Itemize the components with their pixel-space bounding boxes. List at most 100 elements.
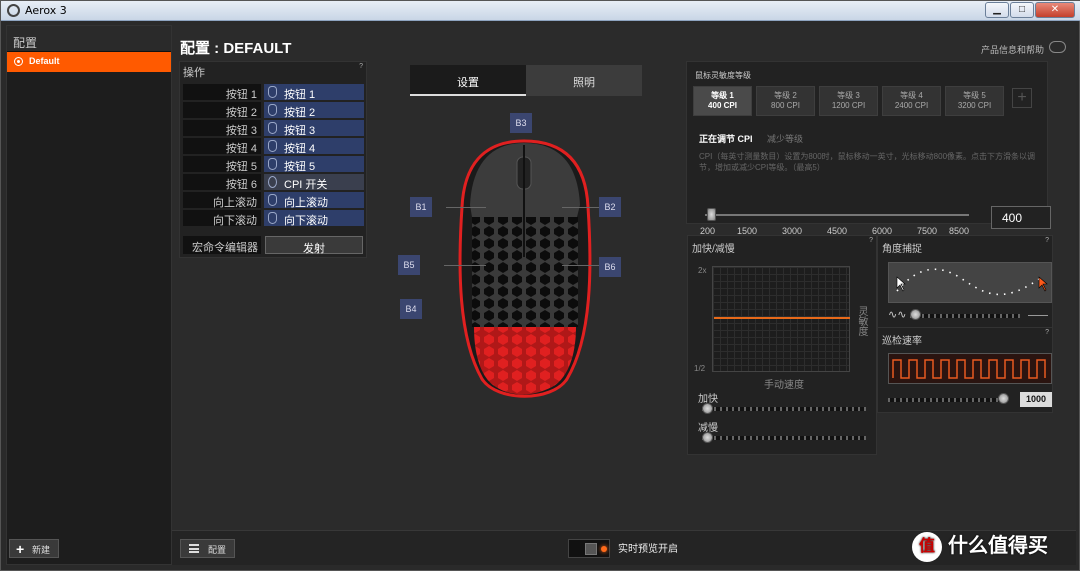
op-value[interactable]: 按钮 1 bbox=[264, 84, 364, 101]
level-cpi: 2400 CPI bbox=[894, 101, 929, 110]
op-value[interactable]: 按钮 3 bbox=[264, 120, 364, 137]
cpi-level-1[interactable]: 等级 1 400 CPI bbox=[693, 86, 752, 116]
op-row-button-6[interactable]: 按钮 6 CPI 开关 bbox=[183, 174, 364, 191]
config-button[interactable]: 配置 bbox=[180, 539, 235, 558]
op-label: 按钮 6 bbox=[183, 174, 261, 191]
window-title: Aerox 3 bbox=[25, 4, 67, 17]
maximize-button[interactable]: □ bbox=[1010, 2, 1034, 18]
settings-tabs: 设置 照明 bbox=[410, 65, 642, 96]
op-label: 按钮 2 bbox=[183, 102, 261, 119]
angle-slider-handle[interactable] bbox=[910, 309, 921, 320]
graph-x-label: 手动速度 bbox=[764, 380, 804, 391]
decel-slider-track[interactable] bbox=[702, 436, 866, 440]
button-marker-b4[interactable]: B4 bbox=[400, 299, 422, 319]
sidebar-item-label: Default bbox=[29, 56, 60, 66]
polling-rate-value[interactable]: 1000 bbox=[1020, 392, 1052, 407]
op-row-scroll-up[interactable]: 向上滚动 向上滚动 bbox=[183, 192, 364, 209]
button-marker-b2[interactable]: B2 bbox=[599, 197, 621, 217]
op-value-text: 向下滚动 bbox=[284, 215, 328, 227]
cpi-level-3[interactable]: 等级 3 1200 CPI bbox=[819, 86, 878, 116]
mouse-icon bbox=[268, 140, 277, 152]
op-row-scroll-down[interactable]: 向下滚动 向下滚动 bbox=[183, 210, 364, 227]
toggle-switch-icon bbox=[585, 543, 597, 555]
operations-panel: 操作 ? 按钮 1 按钮 1 按钮 2 按钮 2 按钮 3 按钮 3 按钮 4 … bbox=[179, 61, 367, 258]
fire-button[interactable]: 发射 bbox=[265, 236, 363, 255]
main-area: 配置 : DEFAULT 产品信息和帮助 操作 ? 按钮 1 按钮 1 按钮 2… bbox=[172, 25, 1076, 565]
radio-icon bbox=[14, 57, 23, 66]
op-value[interactable]: 向上滚动 bbox=[264, 192, 364, 209]
macro-row: 宏命令编辑器 发射 bbox=[183, 236, 363, 255]
button-marker-b1[interactable]: B1 bbox=[410, 197, 432, 217]
cpi-level-5[interactable]: 等级 5 3200 CPI bbox=[945, 86, 1004, 116]
op-value[interactable]: 按钮 4 bbox=[264, 138, 364, 155]
cpi-slider-handle[interactable] bbox=[707, 208, 716, 221]
cpi-slider-track[interactable] bbox=[705, 214, 969, 216]
live-preview-label: 实时预览开启 bbox=[618, 544, 678, 555]
new-config-button[interactable]: + 新建 bbox=[9, 539, 59, 558]
sidebar-header: 配置 bbox=[7, 26, 171, 52]
config-button-label: 配置 bbox=[208, 545, 227, 555]
help-question-icon[interactable]: ? bbox=[869, 237, 873, 244]
square-wave-image bbox=[892, 359, 1046, 379]
add-level-button[interactable]: + bbox=[1012, 88, 1032, 108]
page-title: 配置 : DEFAULT bbox=[180, 40, 292, 57]
accel-slider-handle[interactable] bbox=[702, 403, 713, 414]
graph-y-bottom: 1/2 bbox=[694, 364, 706, 373]
polling-slider-track[interactable] bbox=[888, 398, 1008, 402]
live-preview-toggle[interactable] bbox=[568, 539, 610, 558]
decel-slider-handle[interactable] bbox=[702, 432, 713, 443]
help-question-icon[interactable]: ? bbox=[359, 63, 363, 70]
sidebar-item-default[interactable]: Default bbox=[7, 52, 171, 72]
button-marker-b3[interactable]: B3 bbox=[510, 113, 532, 133]
tab-reduce-levels[interactable]: 减少等级 bbox=[767, 134, 803, 144]
op-label: 按钮 1 bbox=[183, 84, 261, 101]
close-button[interactable]: ✕ bbox=[1035, 2, 1075, 18]
op-row-button-4[interactable]: 按钮 4 按钮 4 bbox=[183, 138, 364, 155]
op-value-text: CPI 开关 bbox=[284, 179, 328, 191]
op-row-button-2[interactable]: 按钮 2 按钮 2 bbox=[183, 102, 364, 119]
cpi-level-4[interactable]: 等级 4 2400 CPI bbox=[882, 86, 941, 116]
accel-slider-track[interactable] bbox=[702, 407, 866, 411]
help-question-icon[interactable]: ? bbox=[1045, 329, 1049, 336]
macro-editor-label[interactable]: 宏命令编辑器 bbox=[183, 236, 261, 254]
plus-icon: + bbox=[16, 541, 25, 557]
op-value[interactable]: 按钮 5 bbox=[264, 156, 364, 173]
straight-line-icon bbox=[1028, 315, 1048, 316]
level-name: 等级 4 bbox=[900, 91, 923, 100]
cpi-value-input[interactable]: 400 bbox=[991, 206, 1051, 229]
mouse-icon bbox=[268, 104, 277, 116]
angle-slider-track[interactable] bbox=[910, 314, 1020, 318]
cpi-level-2[interactable]: 等级 2 800 CPI bbox=[756, 86, 815, 116]
op-row-button-1[interactable]: 按钮 1 按钮 1 bbox=[183, 84, 364, 101]
op-row-button-3[interactable]: 按钮 3 按钮 3 bbox=[183, 120, 364, 137]
op-row-button-5[interactable]: 按钮 5 按钮 5 bbox=[183, 156, 364, 173]
level-cpi: 400 CPI bbox=[708, 101, 737, 110]
op-value[interactable]: CPI 开关 bbox=[264, 174, 364, 191]
polling-rate-header: 巡检速率 bbox=[882, 336, 922, 347]
op-value-text: 向上滚动 bbox=[284, 197, 328, 209]
angle-snapping-preview bbox=[888, 262, 1052, 303]
op-label: 按钮 5 bbox=[183, 156, 261, 173]
help-link[interactable]: 产品信息和帮助 bbox=[981, 43, 1044, 56]
button-marker-b6[interactable]: B6 bbox=[599, 257, 621, 277]
cpi-icon bbox=[268, 176, 277, 188]
op-label: 向上滚动 bbox=[183, 192, 261, 209]
op-value[interactable]: 按钮 2 bbox=[264, 102, 364, 119]
sensitivity-header: 鼠标灵敏度等级 bbox=[695, 71, 751, 80]
watermark: 值什么值得买 bbox=[912, 529, 1048, 562]
config-sidebar: 配置 Default bbox=[6, 25, 172, 565]
tab-adjust-cpi[interactable]: 正在调节 CPI bbox=[699, 134, 753, 144]
tab-settings[interactable]: 设置 bbox=[410, 65, 526, 96]
polling-slider-handle[interactable] bbox=[998, 393, 1009, 404]
angle-snapping-panel: 角度捕捉 ? ∿∿ bbox=[877, 235, 1053, 332]
operations-header: 操作 bbox=[183, 67, 205, 79]
acceleration-graph[interactable] bbox=[712, 266, 850, 372]
tab-lighting[interactable]: 照明 bbox=[526, 65, 642, 96]
cpi-description: CPI（每英寸测量数目）设置为800时，鼠标移动一英寸，光标移动800像素。点击… bbox=[699, 152, 1036, 172]
level-cpi: 800 CPI bbox=[771, 101, 800, 110]
minimize-button[interactable]: ▁ bbox=[985, 2, 1009, 18]
button-marker-b5[interactable]: B5 bbox=[398, 255, 420, 275]
chat-help-icon[interactable] bbox=[1049, 41, 1066, 53]
help-question-icon[interactable]: ? bbox=[1045, 237, 1049, 244]
op-value[interactable]: 向下滚动 bbox=[264, 210, 364, 227]
